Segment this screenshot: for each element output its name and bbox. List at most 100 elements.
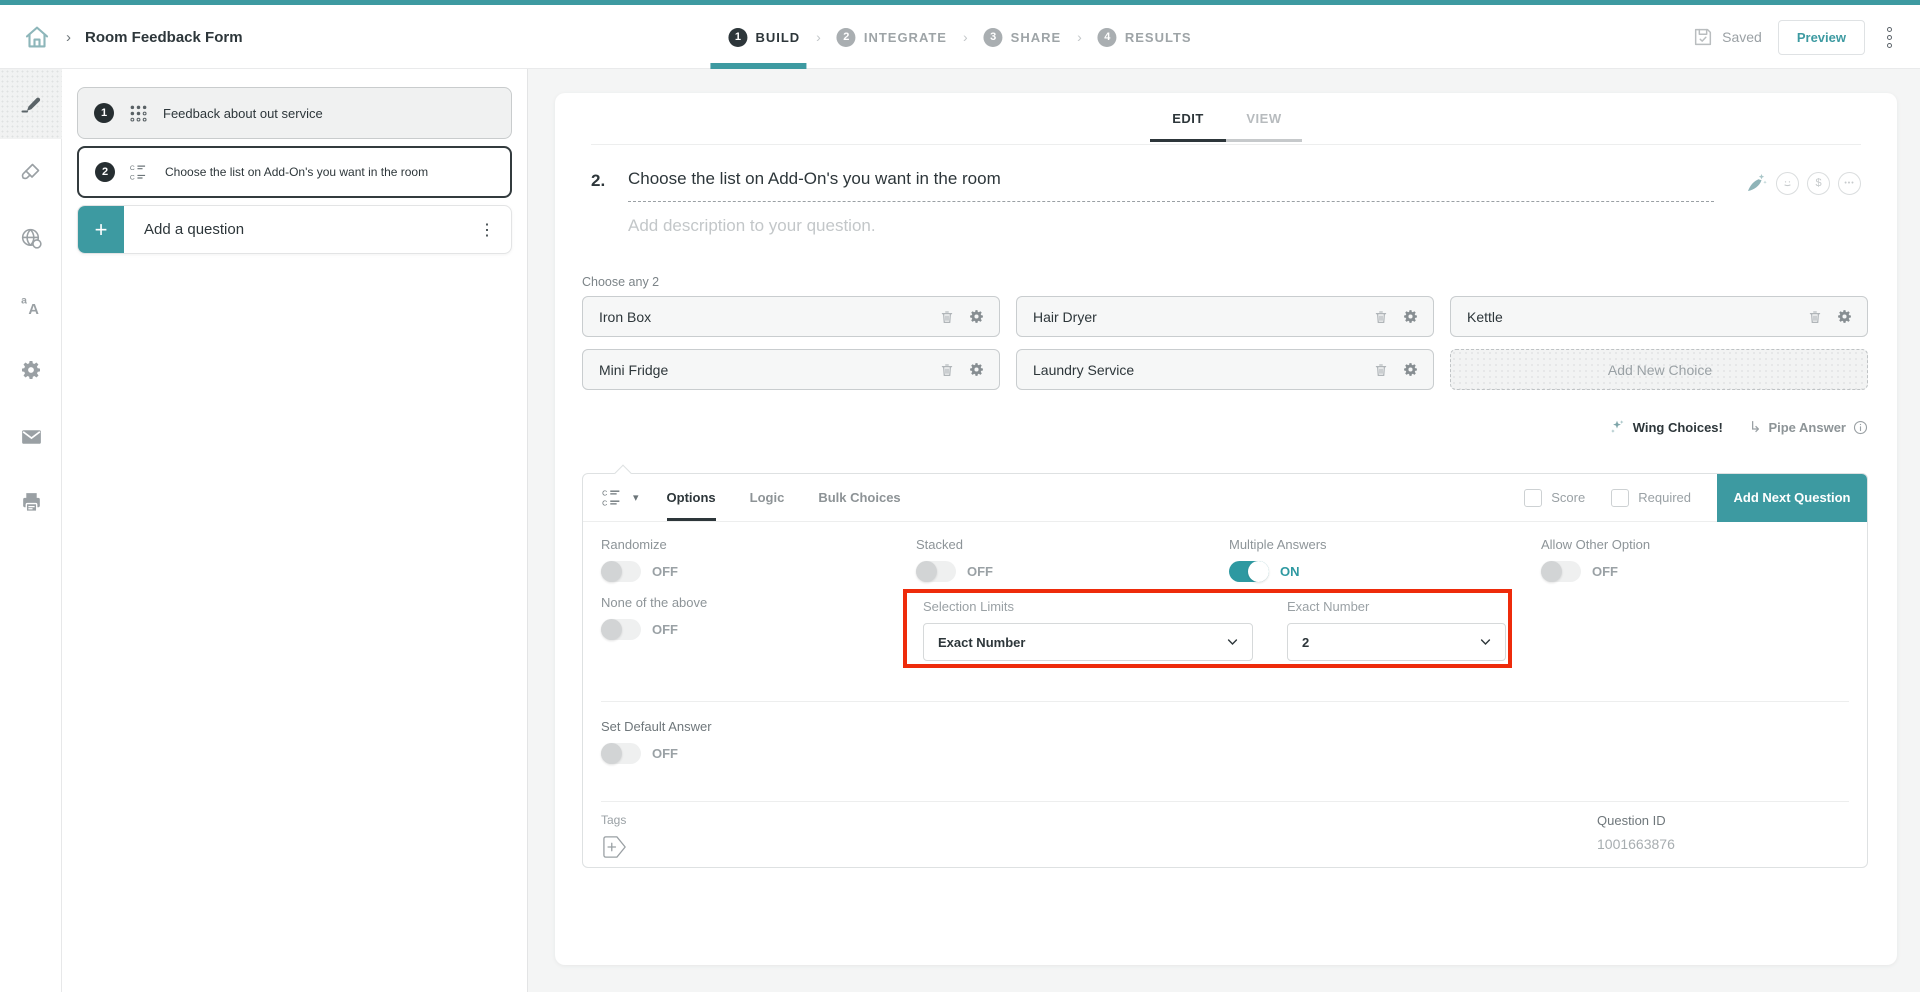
edit-view-tabs: EDIT VIEW xyxy=(1150,111,1302,142)
step-label: BUILD xyxy=(755,30,800,45)
chevron-down-icon xyxy=(1480,638,1491,646)
selection-limits-field: Selection Limits Exact Number xyxy=(923,599,1253,661)
options-header-right: Score Required Add Next Question xyxy=(1524,474,1867,521)
tool-rail: a A xyxy=(0,69,62,992)
choice-text: Laundry Service xyxy=(1033,362,1373,378)
build-steps-nav: 1 BUILD › 2 INTEGRATE › 3 SHARE › 4 RESU… xyxy=(728,5,1191,69)
question-type-selector[interactable]: CC ▾ xyxy=(583,488,653,508)
rail-item-design[interactable] xyxy=(0,139,62,205)
plus-icon: + xyxy=(78,206,124,253)
add-question-label: Add a question xyxy=(144,221,463,238)
delete-choice-icon[interactable] xyxy=(1807,309,1823,325)
question-list-item-title: Feedback about out service xyxy=(163,106,323,121)
rail-item-settings[interactable] xyxy=(0,337,62,403)
allow-other-setting: Allow Other Option OFF xyxy=(1541,537,1650,582)
delete-choice-icon[interactable] xyxy=(1373,362,1389,378)
mail-icon xyxy=(19,424,44,449)
step-chevron-icon: › xyxy=(816,29,821,45)
step-share[interactable]: 3 SHARE xyxy=(984,28,1062,47)
stacked-toggle[interactable] xyxy=(916,561,956,582)
multiple-answers-toggle[interactable] xyxy=(1229,561,1269,582)
wing-choices-button[interactable]: Wing Choices! xyxy=(1608,418,1723,436)
question-list-item-title: Choose the list on Add-On's you want in … xyxy=(165,165,428,179)
rail-item-email[interactable] xyxy=(0,403,62,469)
rail-item-editor[interactable] xyxy=(0,69,62,139)
checkbox-box[interactable] xyxy=(1524,489,1542,507)
tab-logic[interactable]: Logic xyxy=(750,474,785,521)
tab-bulk-choices[interactable]: Bulk Choices xyxy=(818,474,900,521)
gear-icon xyxy=(19,358,43,382)
step-number-badge: 2 xyxy=(837,28,856,47)
emoji-icon[interactable] xyxy=(1776,172,1799,195)
none-of-above-toggle[interactable] xyxy=(601,619,641,640)
question-options-panel: CC ▾ Options Logic Bulk Choices Score xyxy=(582,473,1868,868)
sparkles-icon xyxy=(1608,418,1626,436)
delete-choice-icon[interactable] xyxy=(939,309,955,325)
multichoice-question-icon: CC xyxy=(129,163,151,182)
tab-options[interactable]: Options xyxy=(667,474,716,521)
divider xyxy=(601,801,1849,802)
choice-settings-gear-icon[interactable] xyxy=(1836,308,1853,325)
translate-icon: a A xyxy=(19,292,44,317)
toggle-label: None of the above xyxy=(601,595,707,610)
choice-item[interactable]: Hair Dryer xyxy=(1016,296,1434,337)
question-list-item-1[interactable]: 1 Feedback about out service xyxy=(77,87,512,139)
allow-other-toggle[interactable] xyxy=(1541,561,1581,582)
add-next-question-button[interactable]: Add Next Question xyxy=(1717,474,1867,522)
step-build[interactable]: 1 BUILD xyxy=(728,28,800,47)
choice-text: Kettle xyxy=(1467,309,1807,325)
choice-settings-gear-icon[interactable] xyxy=(1402,361,1419,378)
add-question-button[interactable]: + Add a question ⋮ xyxy=(77,205,512,254)
choice-item[interactable]: Iron Box xyxy=(582,296,1000,337)
question-description-placeholder[interactable]: Add description to your question. xyxy=(628,216,1861,236)
tab-view[interactable]: VIEW xyxy=(1226,111,1302,142)
wing-choices-label: Wing Choices! xyxy=(1633,420,1723,435)
matrix-question-icon xyxy=(128,103,149,124)
saved-label: Saved xyxy=(1722,29,1762,45)
selection-limits-select[interactable]: Exact Number xyxy=(923,623,1253,661)
exact-number-select[interactable]: 2 xyxy=(1287,623,1506,661)
choices-grid: Iron Box Hair Dryer xyxy=(582,296,1868,390)
add-new-choice-button[interactable]: Add New Choice xyxy=(1450,349,1868,390)
pipe-answer-button[interactable]: ↳ Pipe Answer xyxy=(1749,418,1868,436)
more-tools-icon[interactable]: ••• xyxy=(1838,172,1861,195)
tab-edit[interactable]: EDIT xyxy=(1150,111,1226,142)
choice-text: Iron Box xyxy=(599,309,939,325)
header-actions: Saved Preview xyxy=(1692,5,1898,69)
more-options-icon[interactable] xyxy=(1881,21,1898,54)
checkbox-box[interactable] xyxy=(1611,489,1629,507)
options-tabs: Options Logic Bulk Choices xyxy=(667,474,901,521)
step-results[interactable]: 4 RESULTS xyxy=(1098,28,1192,47)
toggle-state: ON xyxy=(1280,564,1300,579)
rail-item-language[interactable]: a A xyxy=(0,271,62,337)
home-icon[interactable] xyxy=(22,22,52,52)
score-checkbox[interactable]: Score xyxy=(1524,489,1585,507)
rail-item-print[interactable] xyxy=(0,469,62,535)
randomize-toggle[interactable] xyxy=(601,561,641,582)
choice-item[interactable]: Laundry Service xyxy=(1016,349,1434,390)
choice-item[interactable]: Mini Fridge xyxy=(582,349,1000,390)
rail-item-integrations[interactable] xyxy=(0,205,62,271)
choice-item[interactable]: Kettle xyxy=(1450,296,1868,337)
add-tag-button[interactable] xyxy=(601,835,629,859)
set-default-toggle[interactable] xyxy=(601,743,641,764)
question-list-item-2-selected[interactable]: 2 CC Choose the list on Add-On's you wan… xyxy=(77,146,512,198)
choice-settings-gear-icon[interactable] xyxy=(968,308,985,325)
ai-quill-icon[interactable] xyxy=(1744,171,1768,195)
currency-icon[interactable]: $ xyxy=(1807,172,1830,195)
choice-settings-gear-icon[interactable] xyxy=(1402,308,1419,325)
step-integrate[interactable]: 2 INTEGRATE xyxy=(837,28,947,47)
question-block: 2. Choose the list on Add-On's you want … xyxy=(591,169,1861,236)
preview-button[interactable]: Preview xyxy=(1778,20,1865,55)
question-menu-kebab-icon[interactable]: ⋮ xyxy=(463,220,511,240)
delete-choice-icon[interactable] xyxy=(939,362,955,378)
required-checkbox[interactable]: Required xyxy=(1611,489,1691,507)
delete-choice-icon[interactable] xyxy=(1373,309,1389,325)
question-title-input[interactable]: Choose the list on Add-On's you want in … xyxy=(628,169,1714,202)
tags-label: Tags xyxy=(601,813,629,827)
choice-settings-gear-icon[interactable] xyxy=(968,361,985,378)
toggle-label: Set Default Answer xyxy=(601,719,712,734)
randomize-setting: Randomize OFF xyxy=(601,537,678,582)
marker-pen-icon xyxy=(19,92,43,116)
question-id-section: Question ID 1001663876 xyxy=(1597,813,1675,852)
